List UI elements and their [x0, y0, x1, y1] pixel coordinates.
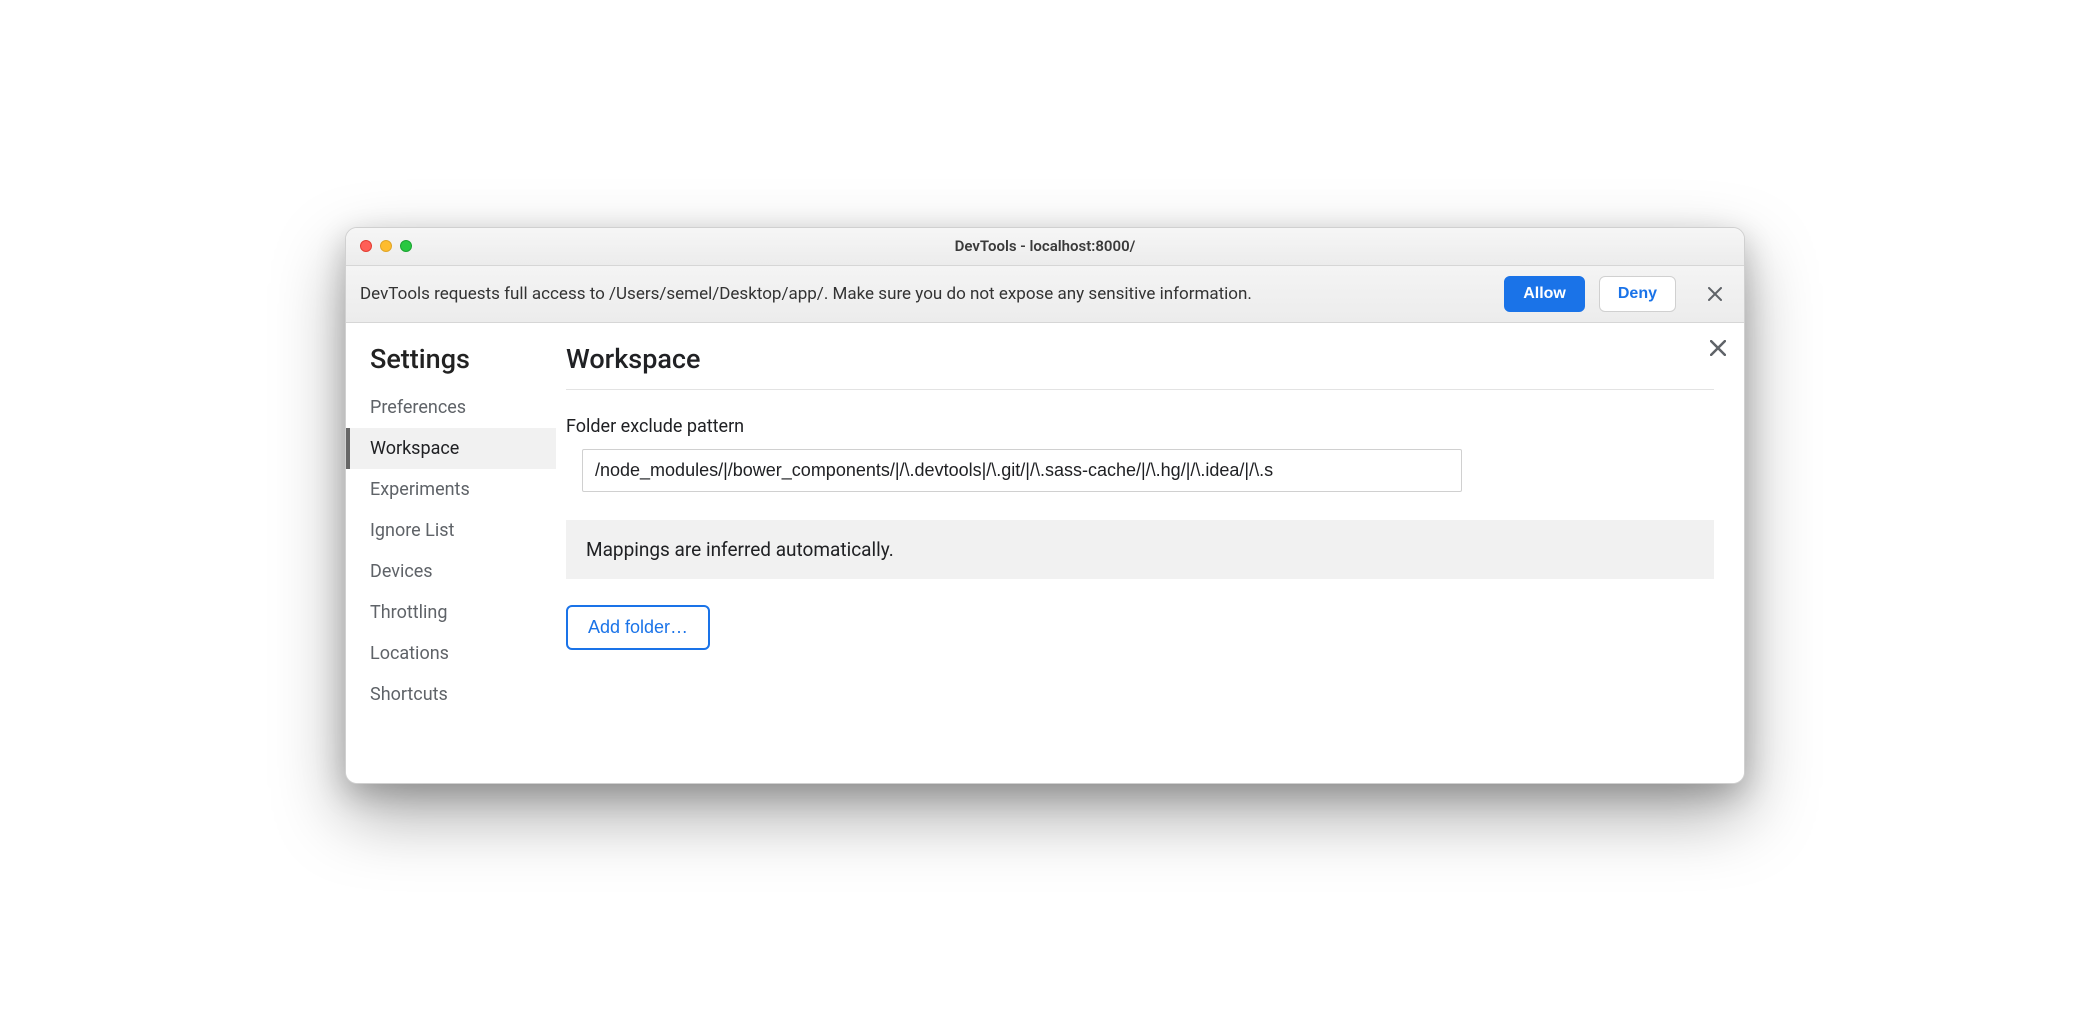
add-folder-button[interactable]: Add folder…	[566, 605, 710, 650]
settings-heading: Settings	[346, 343, 556, 387]
permission-infobar: DevTools requests full access to /Users/…	[346, 266, 1744, 323]
traffic-lights	[346, 240, 412, 252]
window-zoom-button[interactable]	[400, 240, 412, 252]
deny-button[interactable]: Deny	[1599, 276, 1676, 312]
window-close-button[interactable]	[360, 240, 372, 252]
page-title: Workspace	[566, 343, 1714, 390]
infobar-message: DevTools requests full access to /Users/…	[360, 284, 1490, 304]
close-icon	[1708, 287, 1722, 301]
sidebar-item-locations[interactable]: Locations	[346, 633, 556, 674]
sidebar-item-ignore-list[interactable]: Ignore List	[346, 510, 556, 551]
sidebar-item-workspace[interactable]: Workspace	[346, 428, 556, 469]
close-icon	[1710, 340, 1726, 356]
infobar-close-button[interactable]	[1700, 279, 1730, 309]
titlebar: DevTools - localhost:8000/	[346, 228, 1744, 266]
settings-panel: Settings Preferences Workspace Experimen…	[346, 323, 1744, 783]
window-minimize-button[interactable]	[380, 240, 392, 252]
allow-button[interactable]: Allow	[1504, 276, 1585, 312]
exclude-pattern-input[interactable]	[582, 449, 1462, 492]
settings-main: Workspace Folder exclude pattern Mapping…	[556, 323, 1744, 783]
sidebar-item-preferences[interactable]: Preferences	[346, 387, 556, 428]
sidebar-item-experiments[interactable]: Experiments	[346, 469, 556, 510]
settings-nav: Preferences Workspace Experiments Ignore…	[346, 387, 556, 715]
settings-sidebar: Settings Preferences Workspace Experimen…	[346, 323, 556, 783]
window-title: DevTools - localhost:8000/	[346, 237, 1744, 255]
sidebar-item-shortcuts[interactable]: Shortcuts	[346, 674, 556, 715]
exclude-pattern-label: Folder exclude pattern	[566, 416, 1714, 437]
sidebar-item-devices[interactable]: Devices	[346, 551, 556, 592]
settings-close-button[interactable]	[1710, 337, 1726, 361]
sidebar-item-throttling[interactable]: Throttling	[346, 592, 556, 633]
devtools-window: DevTools - localhost:8000/ DevTools requ…	[345, 227, 1745, 784]
mappings-info: Mappings are inferred automatically.	[566, 520, 1714, 579]
